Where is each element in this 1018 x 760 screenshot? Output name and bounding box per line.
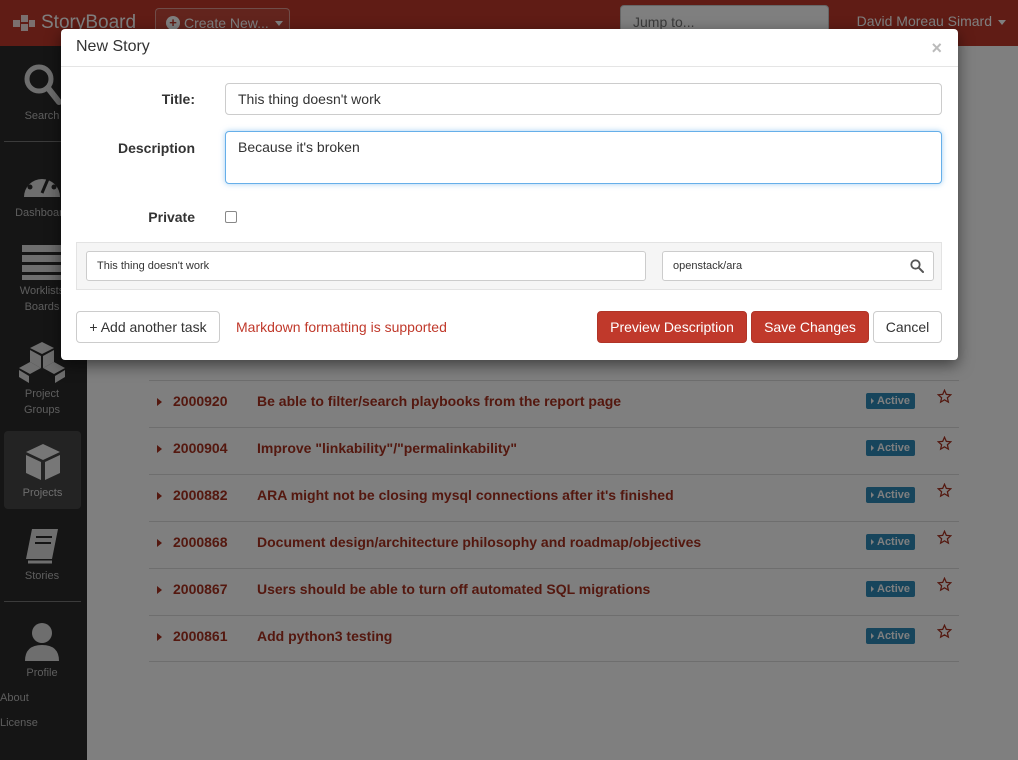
- project-search-input[interactable]: openstack/ara: [662, 251, 934, 281]
- description-textarea[interactable]: Because it's broken: [225, 131, 942, 184]
- markdown-note-link[interactable]: Markdown formatting is supported: [236, 319, 447, 335]
- task-panel: This thing doesn't work openstack/ara: [76, 242, 942, 290]
- search-icon[interactable]: [910, 259, 924, 273]
- private-label: Private: [148, 209, 195, 225]
- new-story-modal: New Story × Title: This thing doesn't wo…: [61, 29, 958, 360]
- modal-header: New Story ×: [61, 29, 958, 67]
- modal-title: New Story: [76, 38, 150, 55]
- title-label: Title:: [161, 91, 195, 107]
- project-value: openstack/ara: [673, 260, 743, 272]
- close-icon[interactable]: ×: [931, 39, 942, 57]
- title-input[interactable]: This thing doesn't work: [225, 83, 942, 115]
- private-checkbox[interactable]: [225, 211, 237, 223]
- task-title-input[interactable]: This thing doesn't work: [86, 251, 646, 281]
- cancel-button[interactable]: Cancel: [873, 311, 942, 343]
- description-label: Description: [117, 140, 195, 156]
- preview-description-button[interactable]: Preview Description: [597, 311, 747, 343]
- save-changes-button[interactable]: Save Changes: [751, 311, 869, 343]
- add-another-task-button[interactable]: + Add another task: [76, 311, 220, 343]
